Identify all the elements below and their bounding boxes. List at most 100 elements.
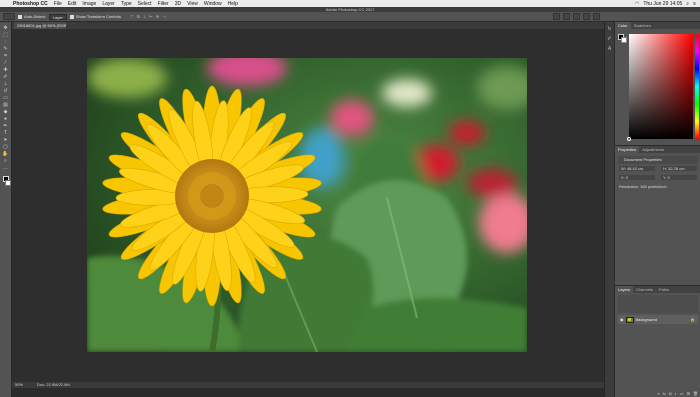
layers-tabs: Layers Channels Paths (615, 286, 700, 293)
menu-item-app[interactable]: Photoshop CC (10, 1, 51, 7)
color-picker-field[interactable] (627, 34, 693, 141)
quick-select-tool-icon[interactable]: ✎ (2, 46, 10, 52)
menu-item-window[interactable]: Window (201, 1, 225, 7)
zoom-tool-icon[interactable]: ⌕ (2, 158, 10, 164)
character-panel-icon[interactable]: A (606, 46, 613, 52)
menu-list-icon[interactable]: ≡ (693, 1, 696, 7)
align-bottom-icon[interactable]: ⊥ (143, 14, 146, 19)
adjustment-layer-icon[interactable]: ◐ (674, 391, 676, 396)
more-tools-icon[interactable]: … (2, 165, 10, 171)
lasso-tool-icon[interactable]: ◌ (2, 39, 10, 45)
menu-item-help[interactable]: Help (225, 1, 241, 7)
align-middle-icon[interactable]: ⊞ (136, 14, 139, 19)
menu-item-3d[interactable]: 3D (172, 1, 184, 7)
rotate-3d-icon[interactable] (563, 13, 570, 20)
menu-item-layer[interactable]: Layer (99, 1, 118, 7)
canvas-area[interactable] (12, 29, 604, 382)
layer-thumbnail (625, 316, 634, 323)
tab-adjustments[interactable]: Adjustments (639, 146, 667, 153)
blur-tool-icon[interactable]: ◆ (2, 109, 10, 115)
new-layer-icon[interactable]: ⊞ (687, 391, 690, 396)
auto-select-checkbox[interactable]: Auto-Select: (18, 14, 46, 19)
fx-icon[interactable]: fx (663, 391, 666, 396)
align-right-icon[interactable]: ⊣ (162, 14, 165, 19)
marquee-tool-icon[interactable]: ⬚ (2, 32, 10, 38)
align-center-icon[interactable]: ⊕ (156, 14, 159, 19)
document-tab-bar: 29016601.jpg @ 50% (RGB/8) (12, 22, 604, 29)
dodge-tool-icon[interactable]: ● (2, 116, 10, 122)
tab-paths[interactable]: Paths (656, 286, 672, 293)
pen-tool-icon[interactable]: ✒ (2, 123, 10, 129)
document-tab[interactable]: 29016601.jpg @ 50% (RGB/8) (14, 22, 66, 29)
options-bar: Auto-Select: Layer Show Transform Contro… (0, 12, 700, 22)
crop-tool-icon[interactable]: ⌗ (2, 53, 10, 59)
gradient-tool-icon[interactable]: ▤ (2, 102, 10, 108)
brush-tool-icon[interactable]: ✐ (2, 74, 10, 80)
move-tool-icon[interactable]: ✥ (2, 25, 10, 31)
menu-item-image[interactable]: Image (79, 1, 99, 7)
type-tool-icon[interactable]: T (2, 130, 10, 136)
eyedropper-tool-icon[interactable]: ⁄ (2, 60, 10, 66)
trash-icon[interactable]: 🗑 (693, 391, 698, 396)
menu-item-select[interactable]: Select (135, 1, 155, 7)
search-icon[interactable]: ⌕ (686, 1, 689, 7)
zoom-level[interactable]: 50% (15, 382, 23, 388)
eraser-tool-icon[interactable]: ▭ (2, 95, 10, 101)
menu-item-file[interactable]: File (51, 1, 65, 7)
link-layers-icon[interactable]: ∞ (657, 391, 660, 396)
y-field[interactable]: Y: 0 (661, 175, 697, 180)
shape-tool-icon[interactable]: ▢ (2, 144, 10, 150)
add-mask-icon[interactable]: ◘ (669, 391, 671, 396)
panel-background-swatch[interactable] (621, 37, 627, 43)
document-image[interactable] (87, 58, 527, 352)
menu-item-type[interactable]: Type (118, 1, 135, 7)
doc-size[interactable]: Doc: 22.9M/22.9M (37, 382, 70, 388)
menubar-status: ◠ Thu Jun 29 14:05 ⌕ ≡ (635, 0, 696, 7)
group-icon[interactable]: ▭ (680, 391, 684, 396)
resolution-text: Resolution: 180 pixels/inch (619, 184, 667, 189)
color-picker-marker[interactable] (627, 137, 631, 141)
tab-color[interactable]: Color (615, 22, 631, 29)
tab-channels[interactable]: Channels (633, 286, 656, 293)
color-panel: Color Swatches (615, 22, 700, 144)
tool-preset-picker[interactable] (3, 13, 15, 20)
hue-slider[interactable] (695, 34, 699, 139)
menu-item-edit[interactable]: Edit (65, 1, 80, 7)
drag-3d-icon[interactable] (583, 13, 590, 20)
layer-controls[interactable] (618, 295, 698, 313)
tab-swatches[interactable]: Swatches (631, 22, 654, 29)
brush-settings-icon[interactable]: ✐ (606, 36, 613, 42)
auto-select-dropdown[interactable]: Layer (48, 13, 67, 20)
history-panel-icon[interactable]: ↻ (606, 26, 613, 32)
menu-item-view[interactable]: View (184, 1, 201, 7)
visibility-eye-icon[interactable]: ◉ (620, 317, 624, 322)
right-panels: Color Swatches Properties Adjustments Do… (614, 22, 700, 397)
roll-3d-icon[interactable] (573, 13, 580, 20)
auto-select-label: Auto-Select: (24, 14, 46, 19)
color-tabs: Color Swatches (615, 22, 700, 29)
healing-brush-tool-icon[interactable]: ✚ (2, 67, 10, 73)
tab-layers[interactable]: Layers (615, 286, 634, 293)
history-brush-tool-icon[interactable]: ↺ (2, 88, 10, 94)
menu-item-filter[interactable]: Filter (155, 1, 172, 7)
layer-name[interactable]: Background (636, 317, 657, 322)
clock-text[interactable]: Thu Jun 29 14:05 (643, 1, 682, 7)
3d-mode-icon[interactable] (553, 13, 560, 20)
align-left-icon[interactable]: ⊢ (149, 14, 152, 19)
width-field[interactable]: W: 48.42 cm (619, 166, 655, 171)
hand-tool-icon[interactable]: ✋ (2, 151, 10, 157)
clone-stamp-tool-icon[interactable]: ⊥ (2, 81, 10, 87)
layer-row-background[interactable]: ◉ Background 🔒 (618, 315, 698, 324)
wifi-icon[interactable]: ◠ (635, 1, 639, 7)
align-top-icon[interactable]: ⊤ (130, 14, 133, 19)
slide-3d-icon[interactable] (593, 13, 600, 20)
path-select-tool-icon[interactable]: ➤ (2, 137, 10, 143)
transform-controls-checkbox[interactable]: Show Transform Controls (69, 14, 121, 19)
height-field[interactable]: H: 32.28 cm (661, 166, 697, 171)
properties-panel: Properties Adjustments Document Properti… (615, 145, 700, 285)
background-color-swatch[interactable] (4, 180, 11, 186)
x-field[interactable]: X: 0 (619, 175, 655, 180)
collapsed-panels: ↻ ✐ A (604, 22, 614, 397)
lock-icon: 🔒 (690, 317, 695, 322)
tab-properties[interactable]: Properties (615, 146, 640, 153)
